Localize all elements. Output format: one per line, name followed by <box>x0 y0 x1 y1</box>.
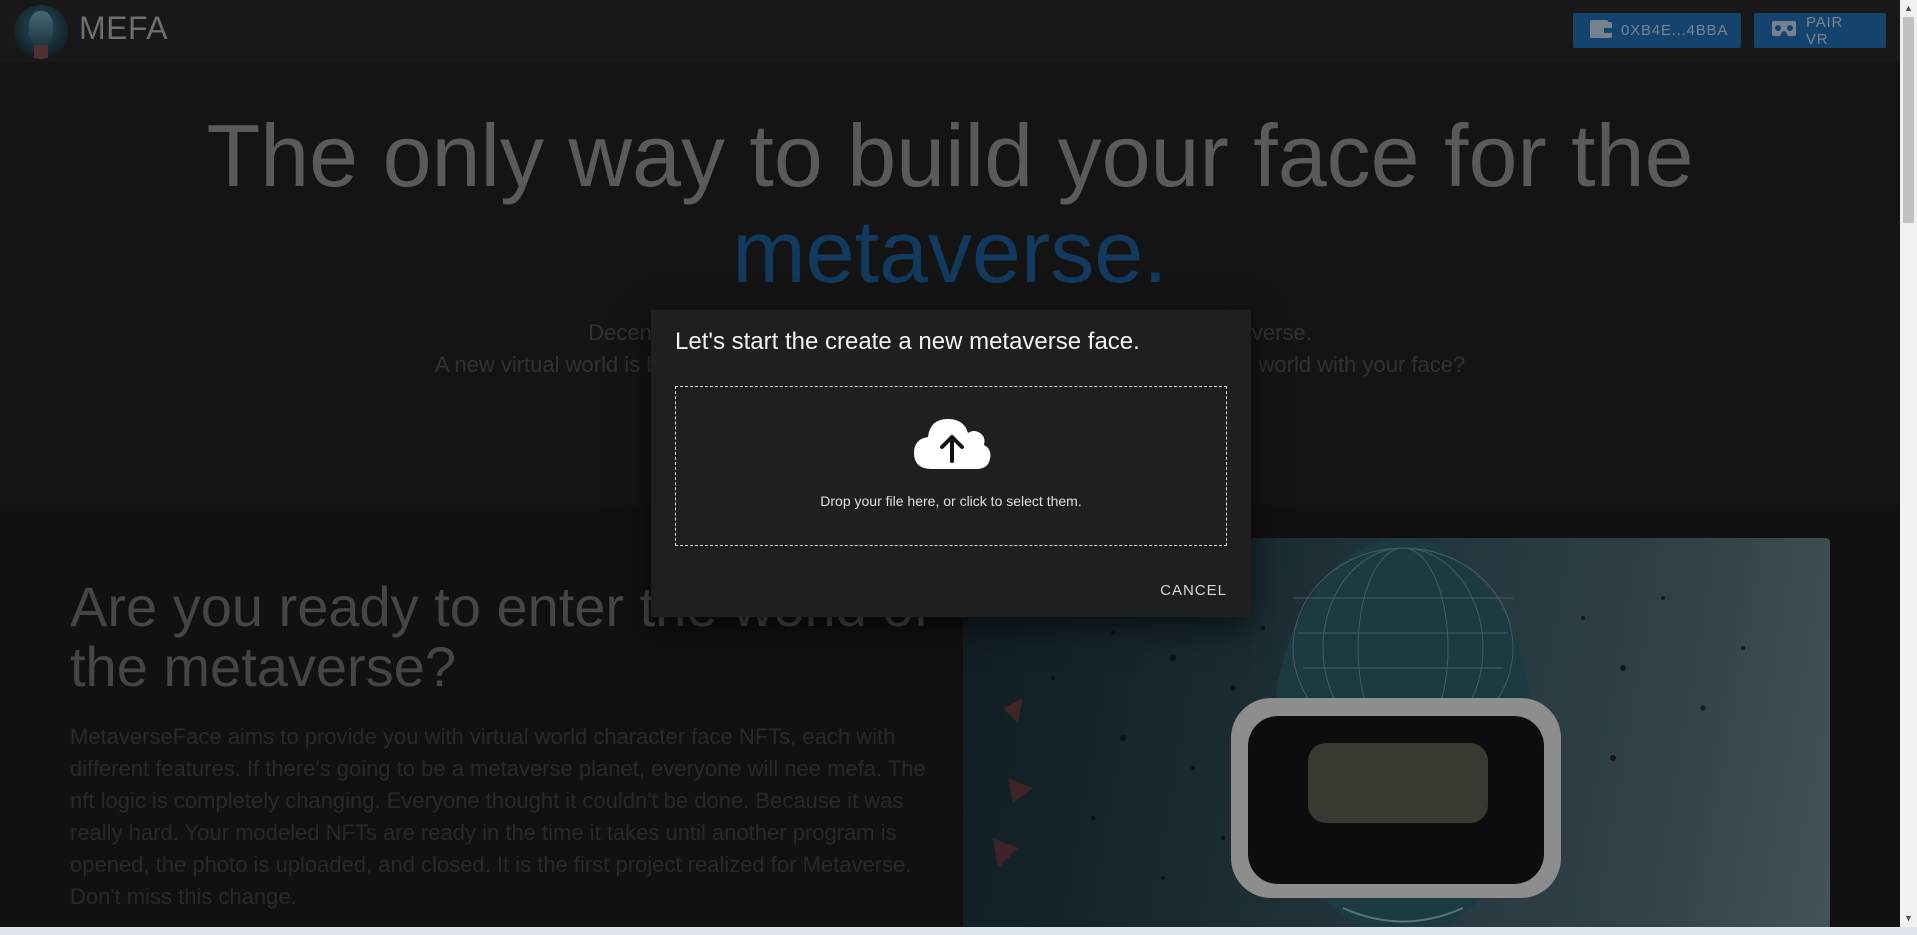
scroll-up-arrow-icon[interactable]: ▲ <box>1900 0 1917 17</box>
vertical-scrollbar[interactable]: ▲ ▼ <box>1900 0 1917 927</box>
create-face-dialog: Let's start the create a new metaverse f… <box>651 310 1251 617</box>
scroll-down-arrow-icon[interactable]: ▼ <box>1900 910 1917 927</box>
scrollbar-thumb[interactable] <box>1903 17 1914 223</box>
page: MEFA 0XB4E...4BBA PAIR VR The only way t… <box>0 0 1917 935</box>
window-bottom-edge <box>0 927 1917 935</box>
cancel-button[interactable]: CANCEL <box>1160 582 1227 599</box>
dialog-title: Let's start the create a new metaverse f… <box>675 328 1140 355</box>
cloud-upload-icon <box>912 415 992 476</box>
file-dropzone[interactable]: Drop your file here, or click to select … <box>675 386 1227 546</box>
dropzone-hint: Drop your file here, or click to select … <box>820 493 1082 509</box>
